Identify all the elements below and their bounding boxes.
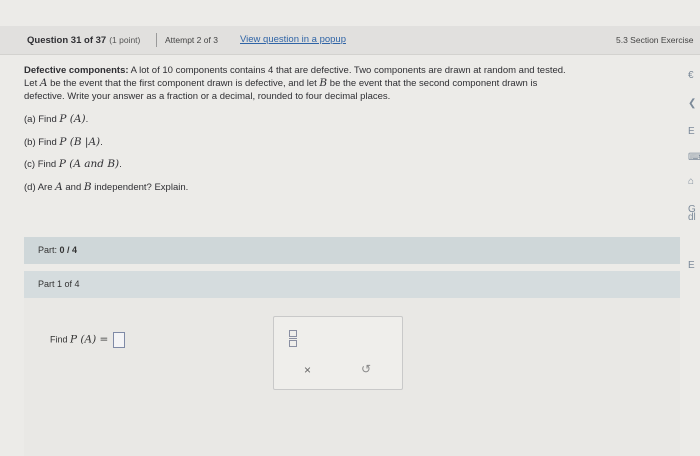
answer-prompt: Find P (A) = xyxy=(50,332,125,348)
section-label: 5.3 Section Exercise xyxy=(616,35,694,45)
fraction-icon[interactable] xyxy=(288,330,298,347)
part-a: (a) Find P (A). xyxy=(24,113,89,125)
clear-button[interactable]: × xyxy=(304,363,311,377)
part-b: (b) Find P (B |A). xyxy=(24,135,103,148)
undo-icon[interactable]: ↺ xyxy=(361,362,371,376)
problem-statement: Defective components: A lot of 10 compon… xyxy=(24,65,566,102)
problem-title: Defective components: xyxy=(24,65,129,76)
edge-glyph-4[interactable]: ⌨ xyxy=(688,152,700,163)
answer-input[interactable] xyxy=(112,332,125,348)
answer-area: Find P (A) = × ↺ xyxy=(24,298,680,456)
parts-progress-bar: Part: 0 / 4 xyxy=(24,237,680,264)
edge-glyph-7[interactable]: dl xyxy=(688,212,696,223)
header-divider xyxy=(156,33,157,47)
math-keypad: × ↺ xyxy=(273,316,403,390)
question-header: Question 31 of 37 (1 point) Attempt 2 of … xyxy=(0,26,700,55)
sub-questions: (a) Find P (A). (b) Find P (B |A). (c) F… xyxy=(24,112,676,202)
right-toolbar: € ❮ E ⌨ ⌂ G dl E xyxy=(686,64,700,294)
view-in-popup-link[interactable]: View question in a popup xyxy=(240,26,346,54)
attempt-label: Attempt 2 of 3 xyxy=(165,35,218,45)
edge-glyph-1[interactable]: € xyxy=(688,70,694,81)
part-header: Part 1 of 4 xyxy=(24,271,680,298)
question-content: Defective components: A lot of 10 compon… xyxy=(24,64,676,202)
part-d: (d) Are A and B independent? Explain. xyxy=(24,180,189,193)
part-c: (c) Find P (A and B). xyxy=(24,158,122,170)
edge-glyph-8[interactable]: E xyxy=(688,260,695,271)
edge-glyph-2[interactable]: ❮ xyxy=(688,98,696,109)
question-number: Question 31 of 37 (1 point) xyxy=(27,35,141,46)
edge-glyph-5[interactable]: ⌂ xyxy=(688,176,694,187)
parts-score: 0 / 4 xyxy=(59,245,78,255)
points-label: (1 point) xyxy=(109,35,141,45)
edge-glyph-3[interactable]: E xyxy=(688,126,695,137)
